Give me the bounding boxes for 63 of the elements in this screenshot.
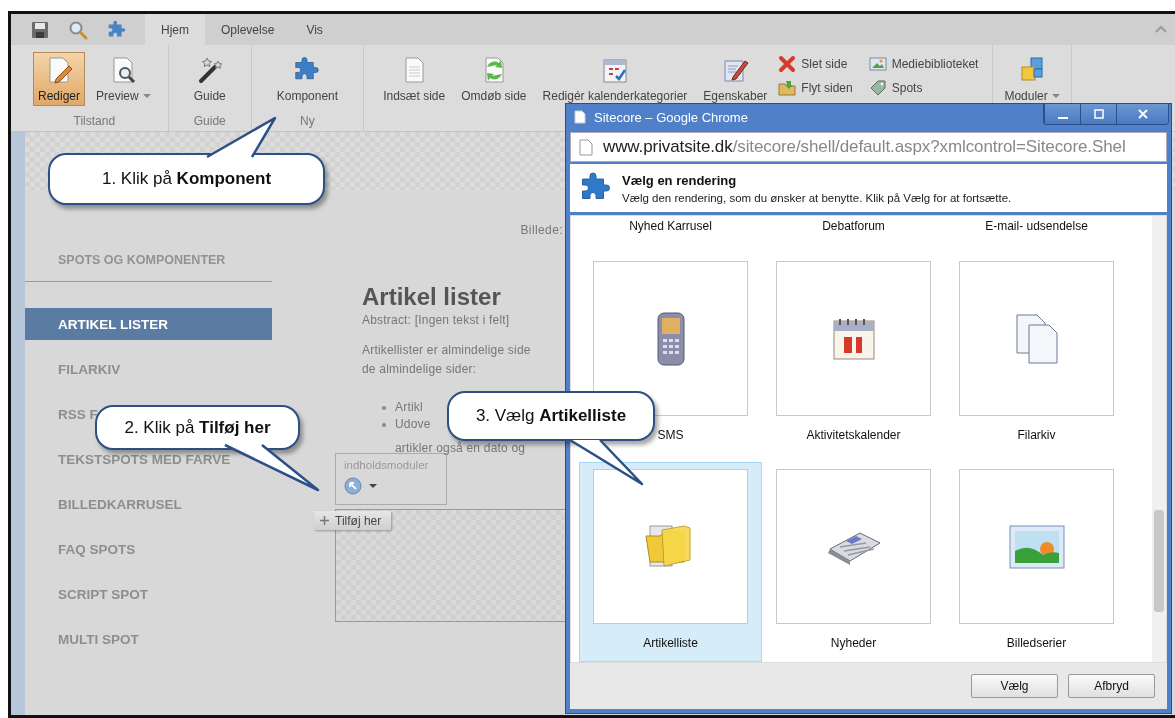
delete-icon xyxy=(778,55,797,73)
list-item-text: Artikl xyxy=(395,399,423,416)
list-item-text: Udove xyxy=(395,416,431,433)
save-icon[interactable] xyxy=(30,19,50,40)
window-title: Sitecore – Google Chrome xyxy=(594,109,748,125)
ribbon-tab[interactable]: Hjem xyxy=(145,14,205,45)
close-icon xyxy=(1137,109,1148,119)
add-here-button[interactable]: Tilføj her xyxy=(314,511,392,530)
folder-icon xyxy=(778,79,797,97)
landscape-picture-icon xyxy=(1008,524,1065,569)
dialog-heading: Vælg en rendering xyxy=(622,172,738,188)
minimize-button[interactable] xyxy=(1044,104,1080,124)
close-button[interactable] xyxy=(1116,104,1168,124)
ribbon-button[interactable]: Preview xyxy=(91,52,156,106)
arrow-circle-icon[interactable] xyxy=(344,477,362,495)
maximize-icon xyxy=(1093,109,1104,119)
ribbon-button[interactable]: Rediger xyxy=(33,52,86,106)
minimize-icon xyxy=(1057,117,1068,119)
ribbon-tab[interactable]: Vis xyxy=(290,14,339,45)
dialog-button[interactable]: Afbryd xyxy=(1068,674,1155,698)
rendering-label: Nyhed Karrusel xyxy=(628,218,713,235)
url-text: www.privatsite.dk/sitecore/shell/default.aspx?xmlcontrol=Sitecore.Shel xyxy=(603,137,1126,157)
ribbon-button[interactable]: Slet side xyxy=(778,52,853,76)
maximize-button[interactable] xyxy=(1080,104,1116,124)
ribbon-tab[interactable]: Oplevelse xyxy=(205,14,291,45)
ribbon-button[interactable]: Flyt siden xyxy=(778,76,853,100)
bullet-icon xyxy=(382,422,386,427)
mobile-phone-icon xyxy=(654,310,687,367)
group-label: Ny xyxy=(300,114,315,128)
page-icon xyxy=(579,138,593,156)
search-icon[interactable] xyxy=(68,19,88,40)
chevron-up-icon[interactable] xyxy=(1155,24,1167,34)
caret-icon[interactable] xyxy=(368,483,378,489)
group-label: Tilstand xyxy=(73,114,116,128)
tag-icon xyxy=(868,79,887,97)
group-label: Guide xyxy=(193,114,226,128)
placeholder-label: indholdsmoduler xyxy=(344,459,430,471)
article-title: Artikel lister xyxy=(362,283,502,311)
scrollbar-thumb[interactable] xyxy=(1154,510,1164,612)
abstract-text: Abstract: [Ingen tekst i felt] xyxy=(362,313,511,327)
nav-item[interactable]: ARTIKEL LISTER xyxy=(25,308,272,340)
ribbon-button[interactable]: Omdøb side xyxy=(456,52,532,106)
image-label: Billede: xyxy=(519,222,563,238)
dialog-description: Vælg den rendering, som du ønsker at benytte. Klik på Vælg for at fortsætte. xyxy=(622,191,1012,204)
page-icon xyxy=(574,110,586,124)
ribbon-button[interactable]: Indsæt side xyxy=(378,52,451,106)
bullet-icon xyxy=(382,405,386,410)
ribbon-button[interactable]: Guide xyxy=(188,52,231,106)
ribbon-button[interactable]: Mediebiblioteket xyxy=(868,52,979,76)
rendering-label: Debatforum xyxy=(821,218,886,235)
scrollbar[interactable] xyxy=(1152,216,1166,662)
image-icon xyxy=(868,55,887,73)
nav-heading: SPOTS OG KOMPONENTER xyxy=(25,252,272,282)
ribbon-button[interactable]: Spots xyxy=(868,76,979,100)
body-text: Artikellister er almindelige side xyxy=(362,342,532,359)
address-bar[interactable]: www.privatsite.dk/sitecore/shell/default.aspx?xmlcontrol=Sitecore.Shel xyxy=(570,132,1167,162)
body-text: de almindelige sider: xyxy=(362,361,478,378)
rendering-option[interactable]: Artikelliste xyxy=(579,462,762,662)
documents-icon xyxy=(1014,312,1059,365)
plus-icon xyxy=(320,516,329,525)
dialog-button[interactable]: Vælg xyxy=(971,674,1058,698)
rendering-label: E-mail- udsendelse xyxy=(984,218,1089,235)
ribbon-button[interactable]: Komponent xyxy=(271,52,344,106)
